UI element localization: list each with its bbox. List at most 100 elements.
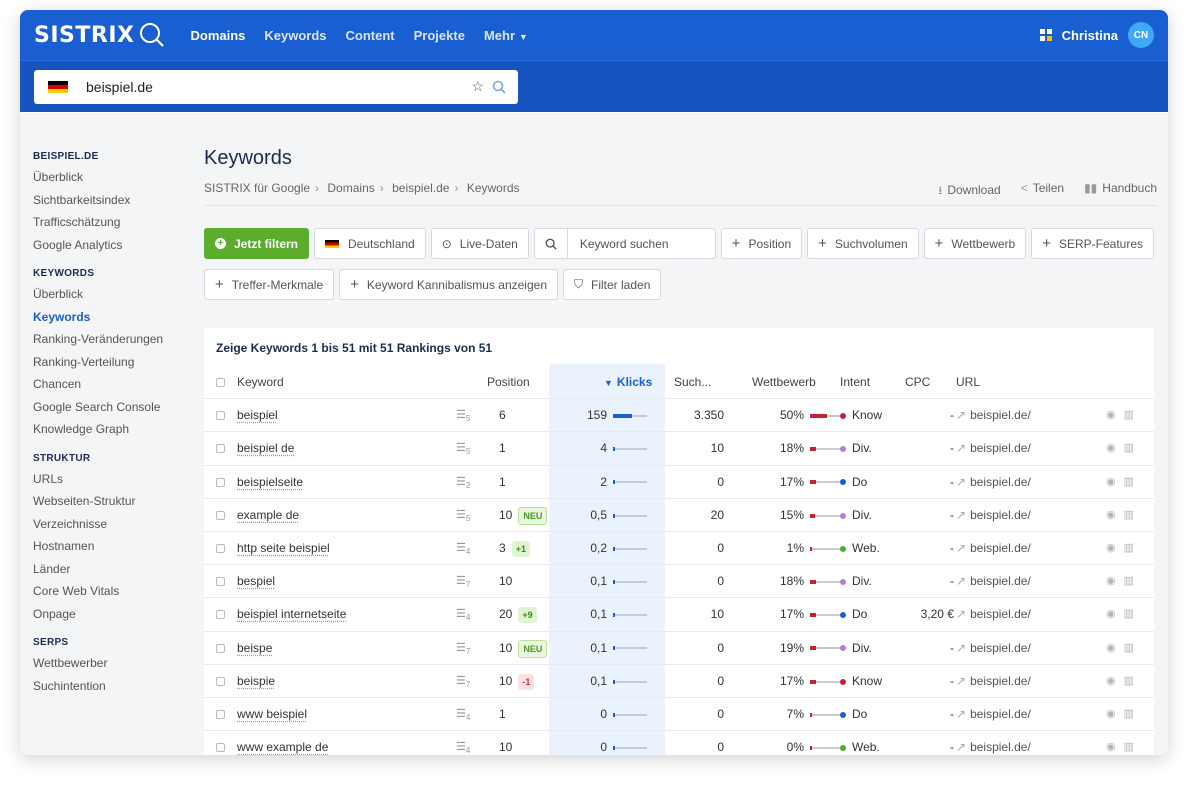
sidebar-item-site-structure[interactable]: Webseiten-Struktur xyxy=(33,490,181,513)
row-checkbox[interactable] xyxy=(216,643,225,653)
url-link[interactable]: ↗ beispiel.de/ xyxy=(956,499,1031,532)
column-header-competition[interactable]: Wettbewerb xyxy=(752,366,816,399)
sistrix-logo[interactable]: SISTRIX xyxy=(34,21,166,49)
eye-icon[interactable]: ◉ xyxy=(1106,575,1124,587)
row-checkbox[interactable] xyxy=(216,676,225,686)
row-checkbox[interactable] xyxy=(216,743,225,753)
sidebar-item-knowledge-graph[interactable]: Knowledge Graph xyxy=(33,418,181,441)
load-filter-button[interactable]: ⛉ Filter laden xyxy=(563,269,662,300)
eye-icon[interactable]: ◉ xyxy=(1106,409,1124,421)
serp-icon[interactable]: ☰4 xyxy=(456,731,470,755)
sidebar-item-ranking-distribution[interactable]: Ranking-Verteilung xyxy=(33,351,181,374)
serp-icon[interactable]: ☰7 xyxy=(456,665,470,698)
chart-icon[interactable]: ▥ xyxy=(1124,476,1142,488)
nav-domains[interactable]: Domains xyxy=(190,28,245,43)
url-link[interactable]: ↗ beispiel.de/ xyxy=(956,532,1031,565)
keyword-link[interactable]: beispie xyxy=(237,665,275,698)
chart-icon[interactable]: ▥ xyxy=(1124,741,1142,753)
serp-features-filter-button[interactable]: + SERP-Features xyxy=(1031,228,1154,259)
domain-search-box[interactable]: beispiel.de ☆ xyxy=(34,70,518,104)
select-all-checkbox[interactable] xyxy=(216,378,225,387)
table-row[interactable]: beispiel internetseite ☰4 20 +9 0,1 10 17% Do 3,… xyxy=(204,598,1154,632)
keyword-link[interactable]: beispiel de xyxy=(237,432,294,465)
breadcrumb-item[interactable]: Domains xyxy=(327,181,374,195)
live-data-toggle[interactable]: ⊙ Live-Daten xyxy=(430,228,529,259)
keyword-link[interactable]: beispielseite xyxy=(237,466,303,499)
share-button[interactable]: < Teilen xyxy=(1021,181,1064,202)
volume-filter-button[interactable]: + Suchvolumen xyxy=(807,228,919,259)
table-row[interactable]: example de ☰5 10 NEU 0,5 20 15% Div. - ↗ beispiel.… xyxy=(204,499,1154,532)
eye-icon[interactable]: ◉ xyxy=(1106,442,1124,454)
eye-icon[interactable]: ◉ xyxy=(1106,476,1124,488)
germany-flag-icon[interactable] xyxy=(48,81,68,93)
row-checkbox[interactable] xyxy=(216,444,225,454)
sidebar-item-google-analytics[interactable]: Google Analytics xyxy=(33,234,181,257)
url-link[interactable]: ↗ beispiel.de/ xyxy=(956,565,1031,598)
eye-icon[interactable]: ◉ xyxy=(1106,642,1124,654)
breadcrumb-item[interactable]: SISTRIX für Google xyxy=(204,181,310,195)
keyword-link[interactable]: www beispiel xyxy=(237,698,307,731)
row-checkbox[interactable] xyxy=(216,610,225,620)
serp-icon[interactable]: ☰4 xyxy=(456,598,470,631)
table-row[interactable]: bespiel ☰7 10 0,1 0 18% Div. - ↗ beispiel.de/ ◉▥ xyxy=(204,565,1154,599)
breadcrumb-item[interactable]: beispiel.de xyxy=(392,181,449,195)
eye-icon[interactable]: ◉ xyxy=(1106,741,1124,753)
sidebar-item-urls[interactable]: URLs xyxy=(33,468,181,491)
apply-filter-button[interactable]: + Jetzt filtern xyxy=(204,228,310,259)
manual-button[interactable]: ▮▮ Handbuch xyxy=(1084,181,1157,202)
serp-icon[interactable]: ☰5 xyxy=(456,399,470,432)
user-menu[interactable]: Christina CN xyxy=(1039,10,1154,60)
eye-icon[interactable]: ◉ xyxy=(1106,509,1124,521)
row-checkbox[interactable] xyxy=(216,411,225,421)
sidebar-item-competitors[interactable]: Wettbewerber xyxy=(33,652,181,675)
chart-icon[interactable]: ▥ xyxy=(1124,575,1142,587)
column-header-volume[interactable]: Such... xyxy=(674,366,711,399)
url-link[interactable]: ↗ beispiel.de/ xyxy=(956,698,1031,731)
eye-icon[interactable]: ◉ xyxy=(1106,708,1124,720)
url-link[interactable]: ↗ beispiel.de/ xyxy=(956,466,1031,499)
chart-icon[interactable]: ▥ xyxy=(1124,442,1142,454)
url-link[interactable]: ↗ beispiel.de/ xyxy=(956,731,1031,755)
table-row[interactable]: http seite beispiel ☰4 3 +1 0,2 0 1% Web. - ↗ beis… xyxy=(204,532,1154,566)
nav-projekte[interactable]: Projekte xyxy=(414,28,465,43)
keyword-link[interactable]: beispiel xyxy=(237,399,278,432)
sidebar-item-directories[interactable]: Verzeichnisse xyxy=(33,513,181,536)
column-header-position[interactable]: Position xyxy=(487,366,530,399)
keyword-link[interactable]: beispiel internetseite xyxy=(237,598,346,631)
chart-icon[interactable]: ▥ xyxy=(1124,675,1142,687)
sidebar-item-visibility-index[interactable]: Sichtbarkeitsindex xyxy=(33,189,181,212)
nav-keywords[interactable]: Keywords xyxy=(264,28,326,43)
eye-icon[interactable]: ◉ xyxy=(1106,608,1124,620)
keyword-link[interactable]: beispe xyxy=(237,632,272,665)
serp-icon[interactable]: ☰7 xyxy=(456,632,470,665)
country-select[interactable]: Deutschland xyxy=(314,228,426,259)
cannibalism-button[interactable]: + Keyword Kannibalismus anzeigen xyxy=(339,269,558,300)
column-header-url[interactable]: URL xyxy=(956,366,980,399)
keyword-link[interactable]: example de xyxy=(237,499,299,532)
keyword-link[interactable]: http seite beispiel xyxy=(237,532,330,565)
sidebar-item-countries[interactable]: Länder xyxy=(33,558,181,581)
chart-icon[interactable]: ▥ xyxy=(1124,708,1142,720)
serp-icon[interactable]: ☰5 xyxy=(456,432,470,465)
chart-icon[interactable]: ▥ xyxy=(1124,509,1142,521)
row-checkbox[interactable] xyxy=(216,709,225,719)
sidebar-item-search-console[interactable]: Google Search Console xyxy=(33,396,181,419)
sidebar-item-opportunities[interactable]: Chancen xyxy=(33,373,181,396)
row-checkbox[interactable] xyxy=(216,577,225,587)
sidebar-item-search-intent[interactable]: Suchintention xyxy=(33,675,181,698)
sidebar-item-overview[interactable]: Überblick xyxy=(33,166,181,189)
serp-icon[interactable]: ☰4 xyxy=(456,698,470,731)
column-header-cpc[interactable]: CPC xyxy=(905,366,930,399)
star-icon[interactable]: ☆ xyxy=(471,78,484,95)
table-row[interactable]: www beispiel ☰4 1 0 0 7% Do - ↗ beispiel.de/ ◉▥ xyxy=(204,698,1154,732)
table-row[interactable]: www example de ☰4 10 0 0 0% Web. - ↗ beispiel.de/… xyxy=(204,731,1154,755)
url-link[interactable]: ↗ beispiel.de/ xyxy=(956,632,1031,665)
url-link[interactable]: ↗ beispiel.de/ xyxy=(956,665,1031,698)
download-button[interactable]: ⭳ Download xyxy=(938,181,1001,202)
keyword-link[interactable]: bespiel xyxy=(237,565,275,598)
table-row[interactable]: beispie ☰7 10 -1 0,1 0 17% Know - ↗ beispiel.de/ ◉▥ xyxy=(204,665,1154,698)
table-row[interactable]: beispe ☰7 10 NEU 0,1 0 19% Div. - ↗ beispiel.de/ ◉▥ xyxy=(204,632,1154,665)
search-icon[interactable] xyxy=(492,80,506,94)
chart-icon[interactable]: ▥ xyxy=(1124,542,1142,554)
column-header-keyword[interactable]: Keyword xyxy=(237,366,284,399)
